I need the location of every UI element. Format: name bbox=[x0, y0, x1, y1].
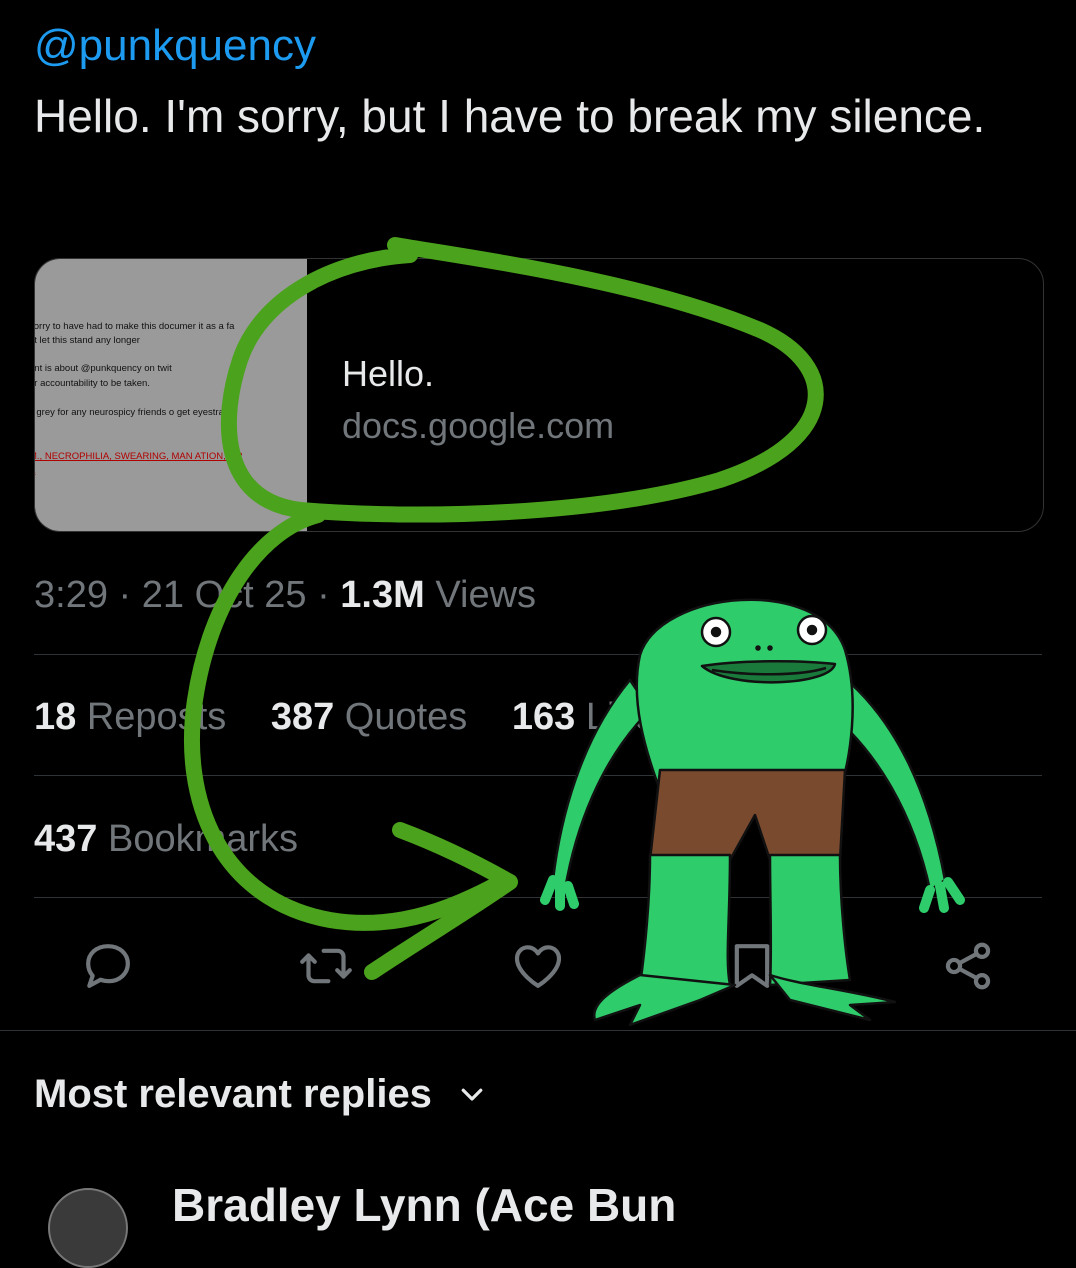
link-preview-card[interactable]: sorry to have had to make this documer i… bbox=[34, 258, 1044, 532]
quotes-count: 387 bbox=[271, 696, 334, 738]
views-label: Views bbox=[435, 574, 536, 616]
share-icon bbox=[940, 938, 996, 994]
reply-avatar[interactable] bbox=[48, 1188, 128, 1268]
repost-icon bbox=[298, 938, 354, 994]
divider bbox=[34, 654, 1042, 655]
views-count: 1.3M bbox=[340, 574, 424, 616]
reposts-stat[interactable]: 18 Reposts bbox=[34, 696, 237, 738]
replies-sort-dropdown[interactable]: Most relevant replies bbox=[34, 1072, 487, 1119]
bookmark-icon bbox=[724, 938, 780, 994]
replies-sort-label: Most relevant replies bbox=[34, 1072, 432, 1116]
meta-separator: · bbox=[317, 574, 340, 616]
thumbnail-text-line: s grey for any neurospicy friends o get … bbox=[35, 407, 231, 418]
divider bbox=[0, 1030, 1076, 1031]
tweet-time[interactable]: 3:29 bbox=[34, 574, 108, 616]
bookmarks-label: Bookmarks bbox=[108, 818, 298, 860]
chevron-down-icon bbox=[457, 1074, 487, 1119]
quotes-label: Quotes bbox=[345, 696, 468, 738]
likes-label: Likes bbox=[586, 696, 675, 738]
thumbnail-text-line: M., NECROPHILIA, SWEARING, MAN ATION, GR bbox=[35, 451, 243, 462]
tweet-text: Hello. I'm sorry, but I have to break my… bbox=[34, 84, 1014, 148]
divider bbox=[34, 897, 1042, 898]
bookmarks-stat[interactable]: 437 Bookmarks bbox=[34, 818, 298, 861]
thumbnail-text-line: sorry to have had to make this documer i… bbox=[35, 321, 234, 332]
thumbnail-text-line: ent is about @punkquency on twit bbox=[35, 363, 172, 374]
tweet-author-handle[interactable]: @punkquency bbox=[34, 22, 316, 70]
divider bbox=[34, 775, 1042, 776]
thumbnail-text-line: or accountability to be taken. bbox=[35, 378, 150, 389]
reply-author-name[interactable]: Bradley Lynn (Ace Bun bbox=[172, 1178, 676, 1232]
likes-count: 163 bbox=[512, 696, 575, 738]
repost-button[interactable] bbox=[298, 938, 354, 994]
reposts-label: Reposts bbox=[87, 696, 226, 738]
tweet-meta: 3:29 · 21 Oct 25 · 1.3M Views bbox=[34, 574, 536, 617]
link-card-title: Hello. bbox=[342, 353, 434, 395]
bookmark-button[interactable] bbox=[724, 938, 780, 994]
meta-separator: · bbox=[119, 574, 142, 616]
quotes-stat[interactable]: 387 Quotes bbox=[271, 696, 478, 738]
tweet-date[interactable]: 21 Oct 25 bbox=[142, 574, 307, 616]
likes-stat[interactable]: 163 Likes bbox=[512, 696, 675, 738]
share-button[interactable] bbox=[940, 938, 996, 994]
link-card-thumbnail: sorry to have had to make this documer i… bbox=[35, 259, 307, 531]
reply-icon bbox=[80, 938, 136, 994]
thumbnail-text-line: ot let this stand any longer bbox=[35, 335, 140, 346]
link-card-domain: docs.google.com bbox=[342, 405, 614, 447]
reply-button[interactable] bbox=[80, 938, 136, 994]
like-button[interactable] bbox=[510, 938, 566, 994]
like-icon bbox=[510, 938, 566, 994]
tweet-action-bar bbox=[0, 938, 1076, 994]
reposts-count: 18 bbox=[34, 696, 76, 738]
bookmarks-count: 437 bbox=[34, 818, 97, 860]
engagement-stats: 18 Reposts 387 Quotes 163 Likes bbox=[34, 696, 709, 739]
